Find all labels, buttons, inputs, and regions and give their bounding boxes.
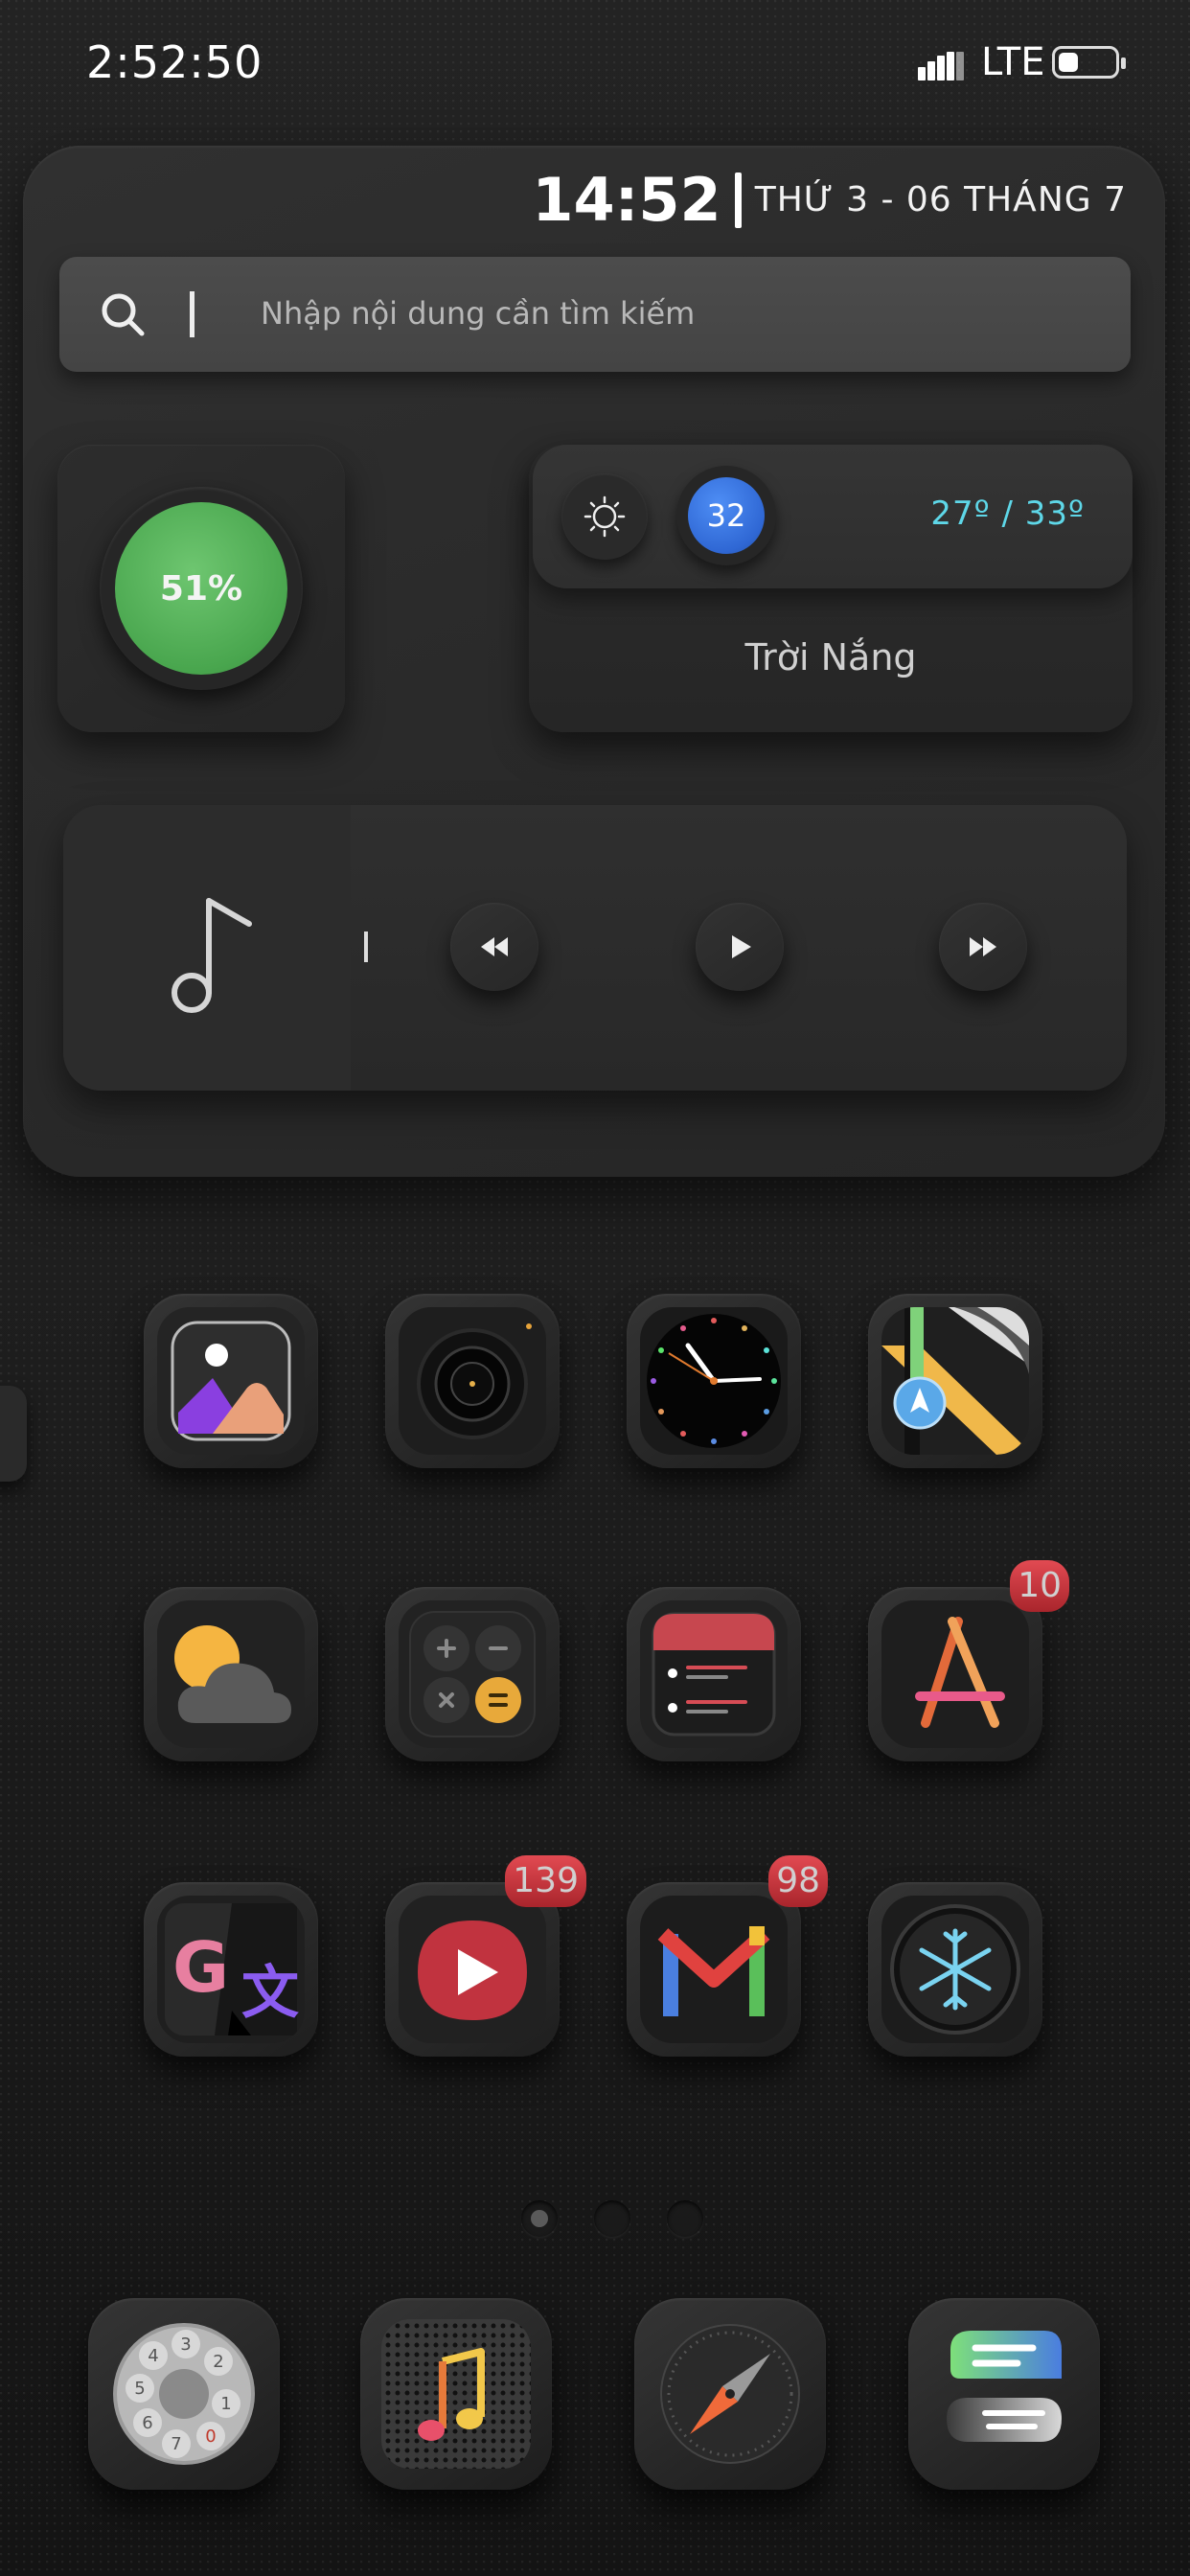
app-reminders[interactable]	[627, 1587, 801, 1761]
compass-icon	[660, 2324, 800, 2464]
app-clock[interactable]	[627, 1294, 801, 1468]
dial-digit: 3	[180, 2334, 191, 2355]
calculator-icon	[409, 1611, 536, 1737]
camera-icon	[417, 1323, 532, 1439]
play-button[interactable]	[696, 903, 784, 991]
dock-phone[interactable]: 1 2 3 4 5 6 7 0	[88, 2298, 280, 2490]
clock-time: 14:52	[532, 165, 721, 235]
music-title-caret	[364, 932, 368, 962]
page-dot-1[interactable]	[521, 2200, 558, 2237]
music-artwork[interactable]	[63, 805, 351, 1091]
maps-icon	[881, 1307, 1029, 1455]
app-weather[interactable]	[144, 1587, 318, 1761]
photos-icon	[171, 1321, 291, 1441]
battery-ring: 51%	[100, 487, 303, 690]
status-time: 2:52:50	[86, 36, 263, 88]
sun-button[interactable]	[561, 473, 648, 560]
messages-icon	[947, 2331, 1062, 2442]
youtube-icon	[418, 1920, 527, 2020]
weather-icon	[174, 1625, 291, 1723]
next-icon	[970, 937, 996, 956]
app-store-icon	[915, 1617, 1005, 1728]
app-camera[interactable]	[385, 1294, 560, 1468]
sun-icon	[584, 495, 626, 538]
temperature-range: 27º / 33º	[930, 494, 1085, 533]
dial-digit: 2	[213, 2352, 223, 2372]
uv-index-value: 32	[706, 497, 746, 534]
previous-icon	[481, 937, 508, 956]
snowflake-icon	[890, 1904, 1020, 2035]
uv-index-button[interactable]: 32	[676, 466, 776, 565]
svg-text:文: 文	[241, 1960, 299, 2027]
search-caret	[190, 291, 195, 337]
dial-digit: 6	[142, 2413, 152, 2433]
dial-digit: 4	[148, 2346, 158, 2366]
app-snowflake[interactable]	[868, 1882, 1042, 2057]
gmail-icon	[657, 1926, 770, 2016]
app-gmail[interactable]: 98	[627, 1855, 828, 2057]
app-youtube[interactable]: 139	[385, 1855, 586, 2057]
page-dot-2[interactable]	[594, 2200, 630, 2237]
page-dot-3[interactable]	[667, 2200, 703, 2237]
search-input[interactable]: Nhập nội dung cần tìm kiếm	[261, 295, 695, 332]
app-photos[interactable]	[144, 1294, 318, 1468]
next-button[interactable]	[939, 903, 1027, 991]
translate-icon: G 文	[165, 1903, 299, 2036]
dock-music[interactable]	[360, 2298, 552, 2490]
clock-icon	[647, 1314, 781, 1448]
signal-icon	[918, 52, 973, 80]
previous-button[interactable]	[450, 903, 538, 991]
app-store[interactable]: 10	[868, 1560, 1069, 1761]
app-calculator[interactable]	[385, 1587, 560, 1761]
battery-widget[interactable]: 51%	[57, 445, 345, 732]
app-google-translate[interactable]: G 文	[144, 1882, 318, 2057]
svg-text:G: G	[172, 1927, 229, 2008]
notification-badge: 139	[505, 1855, 586, 1907]
phone-dial-icon: 1 2 3 4 5 6 7 0	[113, 2323, 255, 2465]
edge-panel-handle[interactable]	[0, 1386, 27, 1482]
dial-digit: 0	[205, 2426, 216, 2447]
reminders-icon	[652, 1612, 776, 1736]
music-icon	[381, 2319, 531, 2469]
dial-digit: 5	[134, 2379, 145, 2399]
dock-safari[interactable]	[634, 2298, 826, 2490]
widget-clock: 14:52 THỨ 3 - 06 THÁNG 7	[532, 165, 1127, 235]
battery-percent: 51%	[159, 568, 243, 609]
search-icon	[102, 293, 145, 336]
dial-digit: 1	[220, 2394, 231, 2414]
uv-index-disc: 32	[688, 477, 765, 554]
dock-messages[interactable]	[908, 2298, 1100, 2490]
weather-widget[interactable]: 32 27º / 33º Trời Nắng	[529, 445, 1133, 732]
weather-condition: Trời Nắng	[744, 636, 917, 678]
weather-header: 32 27º / 33º	[533, 445, 1133, 588]
app-maps[interactable]	[868, 1294, 1042, 1468]
search-bar[interactable]: Nhập nội dung cần tìm kiếm	[59, 257, 1131, 372]
dial-digit: 7	[171, 2434, 181, 2454]
music-note-icon	[172, 898, 252, 1013]
play-icon	[732, 935, 751, 958]
notification-badge: 98	[768, 1855, 828, 1907]
battery-level-fill	[1059, 53, 1078, 72]
music-widget	[63, 805, 1127, 1091]
network-type: LTE	[981, 40, 1045, 84]
notification-badge: 10	[1010, 1560, 1069, 1612]
clock-date: THỨ 3 - 06 THÁNG 7	[754, 180, 1127, 219]
battery-gauge: 51%	[115, 502, 287, 675]
battery-icon	[1052, 46, 1126, 79]
clock-separator	[734, 172, 742, 228]
